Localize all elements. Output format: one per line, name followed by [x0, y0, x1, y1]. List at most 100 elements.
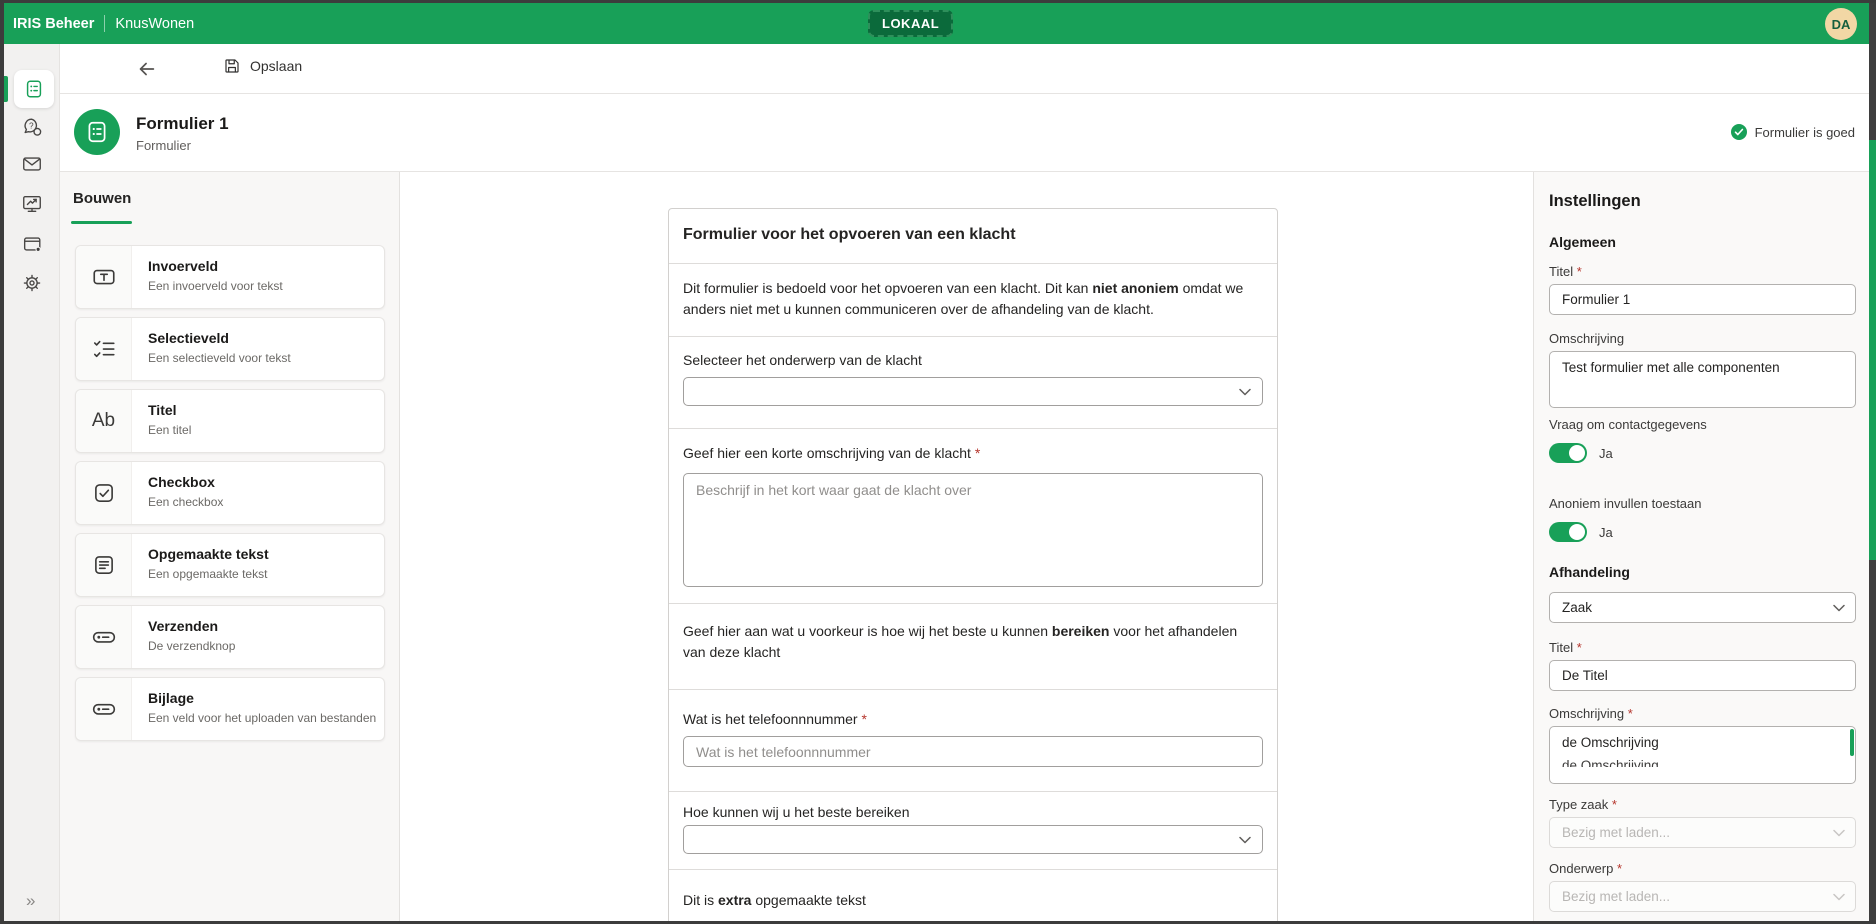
subject-select[interactable]	[683, 377, 1263, 406]
app-window: IRIS Beheer KnusWonen LOKAAL DA Opslaan …	[0, 0, 1876, 924]
textarea-scrollbar-thumb[interactable]	[1850, 729, 1854, 756]
form-heading: Formulier voor het opvoeren van een klac…	[683, 226, 1016, 244]
intro-text: Dit formulier is bedoeld voor het opvoer…	[683, 278, 1263, 320]
svg-text:?: ?	[29, 121, 34, 130]
tab-bouwen[interactable]: Bouwen	[73, 190, 131, 207]
component-title: Bijlage	[148, 690, 194, 706]
field-label: Geef hier een korte omschrijving van de …	[683, 445, 980, 461]
required-asterisk: *	[1628, 706, 1633, 721]
toolbar: Opslaan	[60, 44, 1869, 94]
description-textarea[interactable]: Test formulier met alle componenten	[1549, 351, 1856, 408]
field-label: Hoe kunnen wij u het beste bereiken	[683, 804, 909, 820]
component-title: Invoerveld	[148, 258, 218, 274]
select-field-icon	[76, 318, 132, 380]
handling-description-textarea[interactable]: de Omschrijving de Omschrijving	[1549, 726, 1856, 784]
settings-heading: Instellingen	[1549, 192, 1641, 211]
submit-button-icon	[76, 606, 132, 668]
form-section-reach[interactable]: Hoe kunnen wij u het beste bereiken	[669, 791, 1277, 869]
anonymous-toggle[interactable]	[1549, 522, 1587, 542]
extra-text: Dit is extra opgemaakte tekst	[683, 890, 1263, 911]
component-description: Een selectieveld voor tekst	[148, 351, 291, 365]
component-description: Een titel	[148, 423, 191, 437]
component-invoerveld[interactable]: Invoerveld Een invoerveld voor tekst	[75, 245, 385, 309]
environment-badge: LOKAAL	[868, 10, 953, 37]
component-description: Een opgemaakte tekst	[148, 567, 267, 581]
required-asterisk: *	[1577, 264, 1582, 279]
tab-active-underline	[71, 221, 132, 224]
component-opgemaakte-tekst[interactable]: Opgemaakte tekst Een opgemaakte tekst	[75, 533, 385, 597]
toggle-state-text: Ja	[1599, 446, 1613, 461]
scrollbar-thumb[interactable]	[1869, 140, 1876, 560]
contact-text: Geef hier aan wat u voorkeur is hoe wij …	[683, 621, 1263, 663]
title-input[interactable]	[1549, 284, 1856, 315]
anonymous-toggle-label: Anoniem invullen toestaan	[1549, 496, 1702, 511]
window-scrollbar[interactable]	[1869, 0, 1876, 924]
form-canvas: Formulier voor het opvoeren van een klac…	[400, 172, 1533, 921]
form-section-description[interactable]: Geef hier een korte omschrijving van de …	[669, 428, 1277, 603]
form-section-extra-text[interactable]: Dit is extra opgemaakte tekst	[669, 869, 1277, 924]
active-indicator	[4, 76, 8, 102]
phone-input[interactable]	[683, 736, 1263, 767]
check-circle-icon	[1731, 124, 1747, 140]
toggle-state-text: Ja	[1599, 525, 1613, 540]
sidebar-item-mail[interactable]	[21, 153, 43, 175]
sidebar-item-chat[interactable]: ?	[21, 116, 43, 138]
user-avatar[interactable]: DA	[1825, 8, 1857, 40]
form-section-contact-text[interactable]: Geef hier aan wat u voorkeur is hoe wij …	[669, 603, 1277, 689]
handling-heading: Afhandeling	[1549, 564, 1630, 580]
component-description: Een checkbox	[148, 495, 223, 509]
contact-toggle[interactable]	[1549, 443, 1587, 463]
handling-title-label: Titel *	[1549, 640, 1582, 655]
description-textarea[interactable]	[683, 473, 1263, 587]
required-asterisk: *	[1617, 861, 1622, 876]
form-section-heading[interactable]: Formulier voor het opvoeren van een klac…	[669, 209, 1277, 263]
window-frame-left	[0, 0, 4, 924]
component-checkbox[interactable]: Checkbox Een checkbox	[75, 461, 385, 525]
sidebar-item-forms[interactable]	[14, 70, 54, 108]
top-bar: IRIS Beheer KnusWonen LOKAAL DA	[4, 3, 1869, 44]
form-section-subject[interactable]: Selecteer het onderwerp van de klacht	[669, 336, 1277, 428]
case-type-select: Bezig met laden...	[1549, 817, 1856, 848]
subject-select: Bezig met laden...	[1549, 881, 1856, 912]
subject-label: Onderwerp *	[1549, 861, 1622, 876]
component-bijlage[interactable]: Bijlage Een veld voor het uploaden van b…	[75, 677, 385, 741]
form-preview-card: Formulier voor het opvoeren van een klac…	[668, 208, 1278, 924]
save-floppy-icon	[223, 57, 241, 75]
sidebar-item-dashboard[interactable]	[21, 193, 43, 215]
component-description: Een invoerveld voor tekst	[148, 279, 283, 293]
brand: IRIS Beheer KnusWonen	[4, 15, 194, 32]
app-title: IRIS Beheer	[13, 16, 94, 32]
checkbox-icon	[76, 462, 132, 524]
component-title: Selectieveld	[148, 330, 229, 346]
builder-panel: Bouwen Invoerveld Een invoerveld voor te…	[60, 172, 400, 921]
attachment-field-icon	[76, 678, 132, 740]
back-arrow-icon	[136, 58, 158, 80]
select-placeholder: Bezig met laden...	[1562, 825, 1670, 840]
select-value: Zaak	[1562, 600, 1592, 615]
mail-icon	[21, 153, 43, 175]
back-button[interactable]	[136, 58, 158, 80]
nav-rail: ? »	[4, 44, 60, 921]
handling-type-select[interactable]: Zaak	[1549, 592, 1856, 623]
component-verzenden[interactable]: Verzenden De verzendknop	[75, 605, 385, 669]
page-title: Formulier 1	[136, 114, 229, 134]
component-title: Checkbox	[148, 474, 215, 490]
handling-title-input[interactable]	[1549, 660, 1856, 691]
save-button[interactable]: Opslaan	[223, 57, 302, 75]
collapse-rail-button[interactable]: »	[26, 891, 35, 911]
select-placeholder: Bezig met laden...	[1562, 889, 1670, 904]
form-section-intro[interactable]: Dit formulier is bedoeld voor het opvoer…	[669, 263, 1277, 336]
component-description: Een veld voor het uploaden van bestanden	[148, 711, 376, 725]
form-section-phone[interactable]: Wat is het telefoonnnummer *	[669, 689, 1277, 791]
component-titel[interactable]: Ab Titel Een titel	[75, 389, 385, 453]
contact-toggle-label: Vraag om contactgegevens	[1549, 417, 1707, 432]
component-selectieveld[interactable]: Selectieveld Een selectieveld voor tekst	[75, 317, 385, 381]
sidebar-item-settings[interactable]	[21, 272, 43, 294]
reach-select[interactable]	[683, 825, 1263, 854]
form-builder-icon	[23, 78, 45, 100]
brand-divider	[104, 15, 105, 32]
general-heading: Algemeen	[1549, 234, 1616, 250]
sidebar-item-devices[interactable]	[21, 233, 43, 255]
required-asterisk: *	[1577, 640, 1582, 655]
case-type-label: Type zaak *	[1549, 797, 1617, 812]
